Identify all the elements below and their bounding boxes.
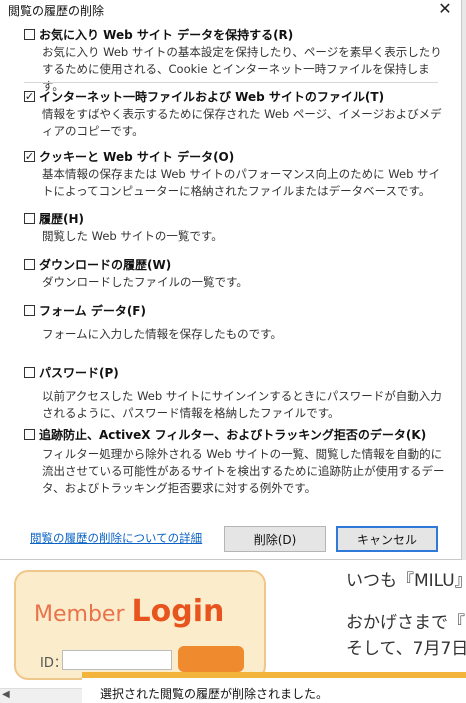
option-description: 情報をすばやく表示するために保存された Web ページ、イメージおよびメディアの…: [42, 107, 442, 138]
option-keep-favorites: お気に入り Web サイト データを保持する(R) お気に入り Web サイトの…: [24, 26, 444, 95]
check-icon: ✓: [24, 149, 35, 163]
check-icon: ✓: [24, 89, 35, 103]
horizontal-scrollbar[interactable]: ◀: [0, 688, 82, 703]
site-text-line-2: おかげさまで『M: [346, 613, 466, 633]
background-page-edge: [462, 0, 466, 560]
option-label[interactable]: フォーム データ(F): [39, 302, 146, 319]
login-button[interactable]: [178, 646, 244, 672]
option-description: フィルター処理から除外される Web サイトの一覧、閲覧した情報を自動的に流出さ…: [42, 447, 445, 495]
checkbox-history[interactable]: [24, 212, 35, 224]
option-description: 以前アクセスした Web サイトにサインインするときにパスワードが自動入力される…: [42, 389, 442, 420]
option-description: 基本情報の保存または Web サイトのパフォーマンス向上のために Web サイト…: [42, 167, 441, 198]
checkbox-temp-files[interactable]: ✓: [24, 89, 35, 103]
option-history: 履歴(H) 閲覧した Web サイトの一覧です。: [24, 210, 444, 245]
option-download-history: ダウンロードの履歴(W) ダウンロードしたファイルの一覧です。: [24, 256, 444, 291]
option-cookies: ✓ クッキーと Web サイト データ(O) 基本情報の保存または Web サイ…: [24, 148, 444, 200]
dialog-titlebar: 閲覧の履歴の削除 ✕: [0, 0, 462, 20]
option-label[interactable]: 履歴(H): [39, 210, 84, 227]
divider: [24, 82, 438, 83]
checkbox-tracking-protection[interactable]: [24, 428, 35, 440]
checkbox-form-data[interactable]: [24, 304, 35, 316]
checkbox-cookies[interactable]: ✓: [24, 149, 35, 163]
site-text-line-3: そして、7月7日: [346, 639, 466, 659]
checkbox-keep-favorites[interactable]: [24, 28, 35, 40]
checkbox-download-history[interactable]: [24, 258, 35, 270]
notification-message: 選択された閲覧の履歴が削除されました。: [100, 687, 329, 701]
checkbox-passwords[interactable]: [24, 366, 35, 378]
option-description: ダウンロードしたファイルの一覧です。: [42, 275, 248, 289]
details-link[interactable]: 閲覧の履歴の削除についての詳細: [30, 530, 202, 546]
option-label[interactable]: インターネット一時ファイルおよび Web サイトのファイル(T): [39, 88, 384, 105]
scroll-left-icon[interactable]: ◀: [2, 689, 10, 700]
login-id-input[interactable]: [62, 650, 172, 670]
close-icon[interactable]: ✕: [432, 0, 458, 19]
option-label[interactable]: お気に入り Web サイト データを保持する(R): [39, 26, 293, 43]
login-member-text: Member: [34, 602, 132, 627]
option-label[interactable]: 追跡防止、ActiveX フィルター、およびトラッキング拒否のデータ(K): [39, 426, 426, 443]
notification-bar: 選択された閲覧の履歴が削除されました。: [82, 672, 466, 702]
option-label[interactable]: ダウンロードの履歴(W): [39, 256, 171, 273]
dialog-title: 閲覧の履歴の削除: [8, 4, 105, 18]
option-description: 閲覧した Web サイトの一覧です。: [42, 229, 223, 243]
cancel-button[interactable]: キャンセル: [336, 526, 438, 552]
option-tracking-protection: 追跡防止、ActiveX フィルター、およびトラッキング拒否のデータ(K) フィ…: [24, 426, 445, 497]
site-text-line-1: いつも『MILU』を: [346, 571, 466, 591]
delete-browsing-history-dialog: 閲覧の履歴の削除 ✕ お気に入り Web サイト データを保持する(R) お気に…: [0, 0, 462, 560]
option-form-data: フォーム データ(F) フォームに入力した情報を保存したものです。: [24, 302, 444, 343]
option-label[interactable]: クッキーと Web サイト データ(O): [39, 148, 234, 165]
delete-button[interactable]: 削除(D): [224, 526, 326, 552]
login-word-text: Login: [131, 594, 225, 629]
member-login-title: Member Login: [34, 594, 224, 629]
option-temp-files: ✓ インターネット一時ファイルおよび Web サイトのファイル(T) 情報をすば…: [24, 88, 444, 140]
option-label[interactable]: パスワード(P): [39, 364, 119, 381]
option-description: フォームに入力した情報を保存したものです。: [42, 327, 283, 341]
option-passwords: パスワード(P) 以前アクセスした Web サイトにサインインするときにパスワー…: [24, 364, 444, 422]
